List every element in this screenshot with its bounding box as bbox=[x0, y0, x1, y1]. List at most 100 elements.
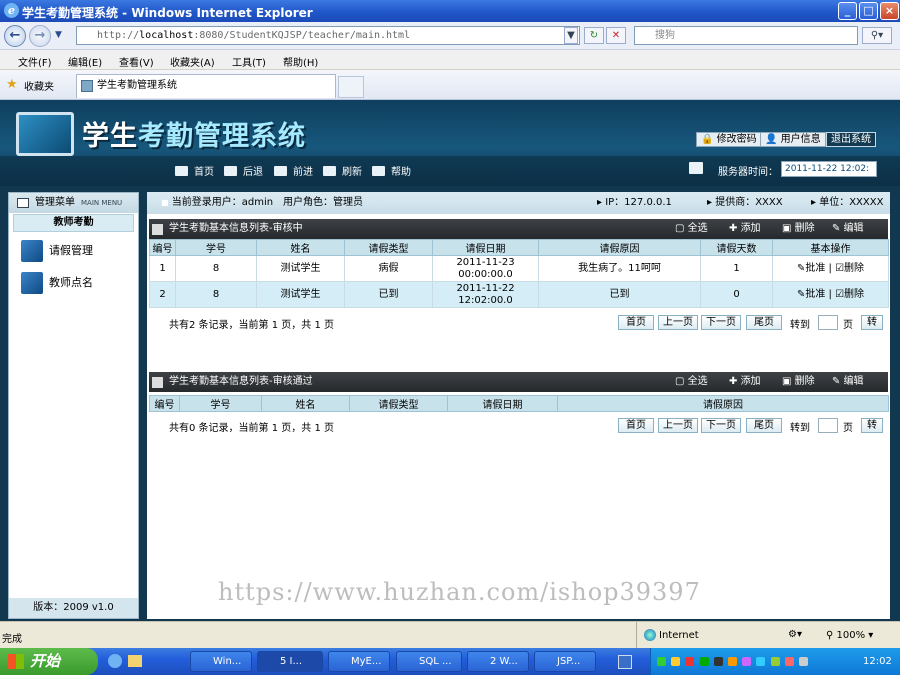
edit-button[interactable]: ✎ 编辑 bbox=[832, 372, 864, 392]
favorites-button[interactable]: 收藏夹 bbox=[24, 78, 54, 93]
taskbar-item[interactable]: Win... bbox=[190, 651, 252, 672]
select-all-checkbox[interactable]: ▢ 全选 bbox=[675, 219, 708, 239]
tray-icon-terminal[interactable] bbox=[713, 656, 723, 666]
tray-icon-update[interactable] bbox=[770, 656, 780, 666]
page-number-input[interactable] bbox=[818, 418, 838, 433]
tray-icon-app[interactable] bbox=[699, 656, 709, 666]
nav-back-label: 后退 bbox=[243, 167, 263, 178]
tray-icon-network[interactable] bbox=[657, 656, 666, 666]
menu-view[interactable]: 查看(V) bbox=[119, 54, 154, 69]
search-icon[interactable]: ⚲▾ bbox=[862, 27, 892, 44]
start-button[interactable]: 开始 bbox=[0, 648, 98, 675]
clock-icon bbox=[689, 162, 709, 176]
tray-icon-qq[interactable] bbox=[727, 656, 737, 666]
show-desktop-icon[interactable] bbox=[618, 655, 632, 669]
approve-link[interactable]: ✎批准 bbox=[797, 263, 825, 274]
next-page-button[interactable]: 下一页 bbox=[701, 418, 741, 433]
first-page-button[interactable]: 首页 bbox=[618, 418, 654, 433]
delete-link-label: 删除 bbox=[844, 262, 865, 274]
menu-favorites[interactable]: 收藏夹(A) bbox=[170, 54, 215, 69]
new-tab-button[interactable] bbox=[338, 76, 364, 98]
tray-icon-security[interactable] bbox=[671, 656, 681, 666]
window-title: 学生考勤管理系统 - Windows Internet Explorer bbox=[22, 6, 313, 20]
version-label: 版本：2009 v1.0 bbox=[9, 598, 138, 618]
nav-home[interactable]: 首页 bbox=[175, 163, 214, 178]
logout-button[interactable]: 退出系统 bbox=[826, 132, 876, 147]
nav-refresh[interactable]: 刷新 bbox=[323, 163, 362, 178]
go-button[interactable]: 转 bbox=[861, 418, 883, 433]
stop-icon[interactable]: ✕ bbox=[606, 27, 626, 44]
delete-link-label: 删除 bbox=[844, 288, 865, 300]
close-button[interactable]: × bbox=[880, 2, 899, 20]
address-input[interactable]: http://localhost:8080/StudentKQJSP/teach… bbox=[76, 26, 580, 45]
prev-page-button[interactable]: 上一页 bbox=[658, 418, 698, 433]
tray-icon-device[interactable] bbox=[798, 656, 808, 666]
minimize-button[interactable]: _ bbox=[838, 2, 857, 20]
quicklaunch-folder-icon[interactable] bbox=[128, 655, 142, 667]
sidebar-item-teacher-rollcall[interactable]: 教师点名 bbox=[21, 270, 93, 296]
delete-button[interactable]: ▣ 删除 bbox=[782, 219, 815, 239]
globe-icon bbox=[644, 629, 656, 641]
panel-arrow-icon bbox=[152, 377, 163, 388]
menu-tools[interactable]: 工具(T) bbox=[232, 54, 266, 69]
select-all-checkbox[interactable]: ▢ 全选 bbox=[675, 372, 708, 392]
approve-link[interactable]: ✎批准 bbox=[797, 289, 825, 300]
tray-icon-alert[interactable] bbox=[685, 656, 695, 666]
delete-button[interactable]: ▣ 删除 bbox=[782, 372, 815, 392]
quicklaunch-ie-icon[interactable] bbox=[108, 654, 122, 668]
nav-forward[interactable]: 前进 bbox=[274, 163, 313, 178]
tray-icon-messenger[interactable] bbox=[742, 656, 752, 666]
menu-bar: 文件(F) 编辑(E) 查看(V) 收藏夹(A) 工具(T) 帮助(H) bbox=[0, 50, 900, 70]
protected-mode-icon[interactable]: ⚙▾ bbox=[788, 629, 802, 640]
edit-button[interactable]: ✎ 编辑 bbox=[832, 219, 864, 239]
server-time-label: 服务器时间： bbox=[718, 167, 778, 178]
nav-back[interactable]: 后退 bbox=[224, 163, 263, 178]
taskbar-item[interactable]: 2 W... bbox=[467, 651, 529, 672]
forward-arrow-icon[interactable]: → bbox=[29, 25, 51, 47]
nav-refresh-label: 刷新 bbox=[342, 167, 362, 178]
app-title-part-a: 学生 bbox=[82, 121, 138, 152]
clock: 12:02 bbox=[863, 656, 892, 667]
last-page-button[interactable]: 尾页 bbox=[746, 315, 782, 330]
sidebar-header-en: MAIN MENU bbox=[81, 199, 123, 207]
recent-pages-dropdown-icon[interactable]: ▼ bbox=[55, 30, 62, 40]
add-button[interactable]: ✚ 添加 bbox=[729, 372, 761, 392]
menu-file[interactable]: 文件(F) bbox=[18, 54, 52, 69]
prev-page-button[interactable]: 上一页 bbox=[658, 315, 698, 330]
delete-link[interactable]: ☑删除 bbox=[835, 263, 864, 274]
change-password-button[interactable]: 🔒 修改密码 bbox=[696, 132, 762, 147]
first-page-button[interactable]: 首页 bbox=[618, 315, 654, 330]
zoom-control[interactable]: ⚲ 100% ▾ bbox=[826, 630, 873, 641]
column-header: 学号 bbox=[175, 239, 257, 256]
refresh-nav-icon bbox=[323, 166, 336, 176]
go-button[interactable]: 转 bbox=[861, 315, 883, 330]
taskbar-item[interactable]: MyE... bbox=[328, 651, 390, 672]
browser-tab[interactable]: 学生考勤管理系统 bbox=[76, 74, 336, 98]
cell-student-no: 8 bbox=[175, 255, 257, 282]
sidebar-section-title: 教师考勤 bbox=[13, 214, 134, 232]
menu-edit[interactable]: 编辑(E) bbox=[68, 54, 102, 69]
delete-link[interactable]: ☑删除 bbox=[835, 289, 864, 300]
sidebar-item-leave-management[interactable]: 请假管理 bbox=[21, 238, 93, 264]
goto-label: 转到 bbox=[790, 320, 810, 331]
taskbar-item[interactable]: SQL ... bbox=[396, 651, 462, 672]
taskbar-item-active[interactable]: 5 I... bbox=[257, 651, 323, 672]
back-arrow-icon[interactable]: ← bbox=[4, 25, 26, 47]
menu-help[interactable]: 帮助(H) bbox=[283, 54, 318, 69]
maximize-button[interactable]: □ bbox=[859, 2, 878, 20]
tray-icon-antivirus[interactable] bbox=[784, 656, 794, 666]
last-page-button[interactable]: 尾页 bbox=[746, 418, 782, 433]
search-input[interactable]: 搜狗 bbox=[634, 26, 858, 45]
user-info-button[interactable]: 👤 用户信息 bbox=[760, 132, 826, 147]
next-page-button[interactable]: 下一页 bbox=[701, 315, 741, 330]
taskbar-item[interactable]: JSP... bbox=[534, 651, 596, 672]
address-dropdown-icon[interactable]: ▼ bbox=[564, 27, 578, 44]
tray-icon-volume[interactable] bbox=[756, 656, 766, 666]
cell-name: 测试学生 bbox=[256, 255, 345, 282]
nav-help[interactable]: 帮助 bbox=[372, 163, 411, 178]
refresh-icon[interactable]: ↻ bbox=[584, 27, 604, 44]
add-button[interactable]: ✚ 添加 bbox=[729, 219, 761, 239]
page-number-input[interactable] bbox=[818, 315, 838, 330]
home-icon bbox=[175, 166, 188, 176]
column-header: 请假天数 bbox=[700, 239, 773, 256]
